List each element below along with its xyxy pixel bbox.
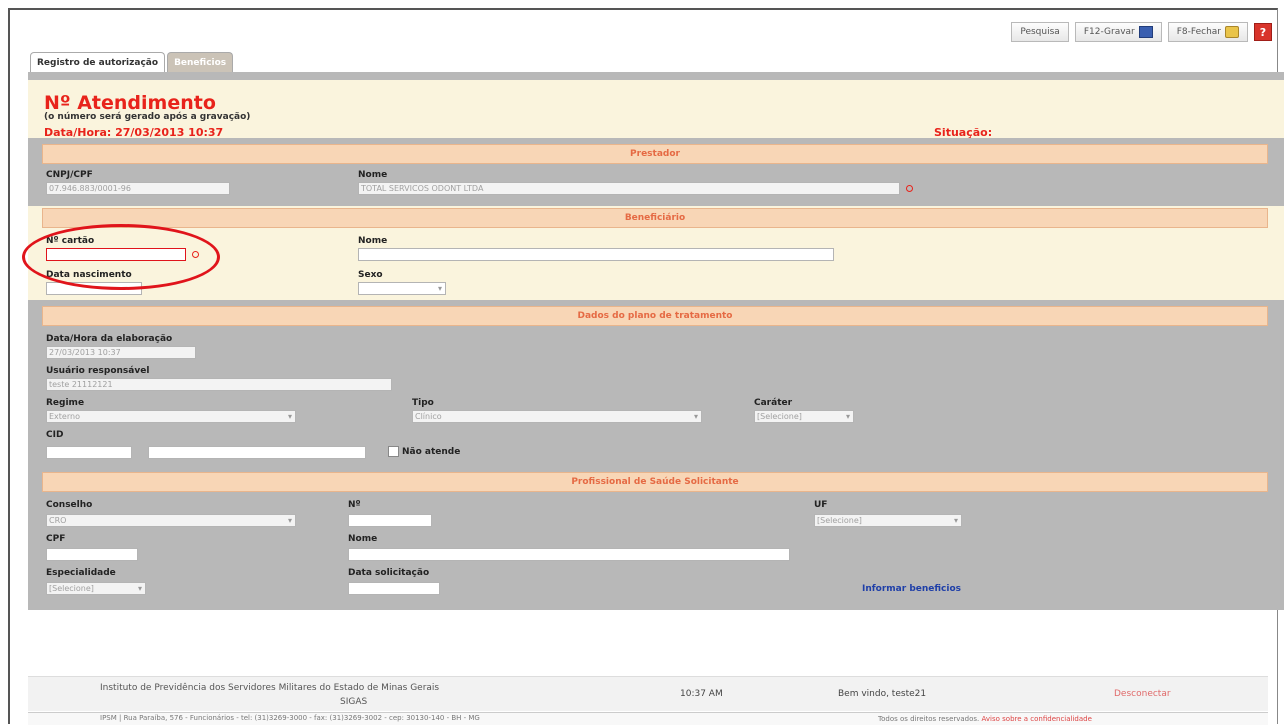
help-icon: ?	[1259, 25, 1267, 39]
nao-atende-label: Não atende	[402, 447, 461, 457]
attendance-header: Nº Atendimento (o número será gerado apó…	[28, 80, 1284, 139]
numero-label: Nº	[348, 500, 361, 510]
address-text: IPSM | Rua Paraíba, 576 - Funcionários -…	[100, 714, 480, 722]
carater-select-value: [Selecione]	[757, 412, 802, 421]
cpf-field[interactable]	[46, 548, 138, 561]
close-button-label: F8-Fechar	[1176, 27, 1221, 37]
tab-registro-autorizacao[interactable]: Registro de autorização	[30, 52, 166, 73]
main-panel: Nº Atendimento (o número será gerado apó…	[22, 72, 1284, 610]
informar-beneficios-link[interactable]: Informar beneficios	[862, 584, 961, 594]
conselho-select-value: CRO	[49, 516, 67, 525]
system-name: SIGAS	[340, 697, 368, 707]
uf-label: UF	[814, 500, 828, 510]
tipo-select[interactable]: Clínico ▾	[412, 410, 702, 423]
tab-beneficios[interactable]: Beneficios	[167, 52, 234, 73]
rights-text: Todos os direitos reservados. Aviso sobr…	[878, 715, 1092, 723]
tab-bar: Registro de autorização Beneficios	[30, 52, 234, 73]
usuario-label: Usuário responsável	[46, 366, 150, 376]
data-solicitacao-field[interactable]	[348, 582, 440, 595]
carater-select[interactable]: [Selecione] ▾	[754, 410, 854, 423]
address-bar: IPSM | Rua Paraíba, 576 - Funcionários -…	[28, 712, 1268, 725]
cid-description-field[interactable]	[148, 446, 366, 459]
prestador-nome-label: Nome	[358, 170, 388, 180]
search-button-label: Pesquisa	[1020, 27, 1060, 37]
rights-prefix: Todos os direitos reservados.	[878, 715, 980, 723]
chevron-down-icon: ▾	[693, 412, 698, 421]
beneficiario-nome-field[interactable]	[358, 248, 834, 261]
uf-select-value: [Selecione]	[817, 516, 862, 525]
cid-code-field[interactable]	[46, 446, 132, 459]
section-plano-tratamento: Dados do plano de tratamento	[42, 306, 1268, 326]
especialidade-label: Especialidade	[46, 568, 116, 578]
save-button-label: F12-Gravar	[1083, 27, 1135, 37]
nao-atende-checkbox[interactable]	[388, 446, 399, 457]
status-label: Situação:	[934, 126, 993, 139]
section-profissional: Profissional de Saúde Solicitante	[42, 472, 1268, 492]
uf-select[interactable]: [Selecione] ▾	[814, 514, 962, 527]
page-title: Nº Atendimento	[44, 92, 216, 114]
logout-link[interactable]: Desconectar	[1114, 689, 1171, 699]
numero-field[interactable]	[348, 514, 432, 527]
elaboracao-field[interactable]: 27/03/2013 10:37	[46, 346, 196, 359]
section-prestador: Prestador	[42, 144, 1268, 164]
profissional-nome-field[interactable]	[348, 548, 790, 561]
regime-select-value: Externo	[49, 412, 80, 421]
elaboracao-label: Data/Hora da elaboração	[46, 334, 173, 344]
welcome-message: Bem vindo, teste21	[838, 689, 927, 699]
close-button[interactable]: F8-Fechar	[1167, 22, 1248, 42]
cnpj-field[interactable]: 07.946.883/0001-96	[46, 182, 230, 195]
chevron-down-icon: ▾	[287, 412, 292, 421]
footer: Instituto de Previdência dos Servidores …	[28, 676, 1268, 711]
chevron-down-icon: ▾	[137, 584, 142, 593]
toolbar: Pesquisa F12-Gravar F8-Fechar ?	[1011, 22, 1272, 42]
especialidade-select[interactable]: [Selecione] ▾	[46, 582, 146, 595]
profissional-nome-label: Nome	[348, 534, 378, 544]
cpf-label: CPF	[46, 534, 66, 544]
beneficiario-nome-label: Nome	[358, 236, 388, 246]
help-button[interactable]: ?	[1254, 23, 1272, 41]
sexo-select[interactable]: ▾	[358, 282, 446, 295]
page-subtitle: (o número será gerado após a gravação)	[44, 112, 251, 122]
section-beneficiario: Beneficiário	[42, 208, 1268, 228]
save-icon	[1138, 26, 1153, 38]
tipo-select-value: Clínico	[415, 412, 442, 421]
current-time: 10:37 AM	[680, 689, 723, 699]
data-solicitacao-label: Data solicitação	[348, 568, 430, 578]
sexo-label: Sexo	[358, 270, 383, 280]
regime-select[interactable]: Externo ▾	[46, 410, 296, 423]
tipo-label: Tipo	[412, 398, 434, 408]
chevron-down-icon: ▾	[953, 516, 958, 525]
conselho-select[interactable]: CRO ▾	[46, 514, 296, 527]
prestador-nome-field[interactable]: TOTAL SERVICOS ODONT LTDA	[358, 182, 900, 195]
datetime-label: Data/Hora: 27/03/2013 10:37	[44, 126, 224, 139]
regime-label: Regime	[46, 398, 85, 408]
required-icon	[906, 185, 913, 192]
save-button[interactable]: F12-Gravar	[1074, 22, 1162, 42]
search-button[interactable]: Pesquisa	[1011, 22, 1069, 42]
carater-label: Caráter	[754, 398, 793, 408]
especialidade-select-value: [Selecione]	[49, 584, 94, 593]
chevron-down-icon: ▾	[287, 516, 292, 525]
close-folder-icon	[1225, 26, 1239, 38]
usuario-field[interactable]: teste 21112121	[46, 378, 392, 391]
institution-name: Instituto de Previdência dos Servidores …	[100, 683, 440, 693]
cid-label: CID	[46, 430, 64, 440]
chevron-down-icon: ▾	[437, 284, 442, 293]
highlight-annotation	[22, 224, 220, 290]
cnpj-label: CNPJ/CPF	[46, 170, 93, 180]
confidentiality-link[interactable]: Aviso sobre a confidencialidade	[982, 715, 1092, 723]
chevron-down-icon: ▾	[845, 412, 850, 421]
conselho-label: Conselho	[46, 500, 93, 510]
